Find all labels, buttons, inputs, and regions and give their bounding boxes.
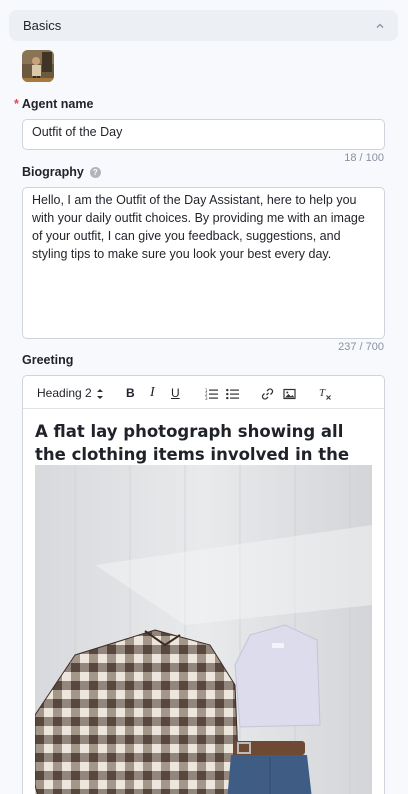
heading-select[interactable]: Heading 2 bbox=[37, 385, 92, 401]
basics-section-header[interactable]: Basics bbox=[9, 10, 398, 41]
required-asterisk: * bbox=[14, 97, 19, 111]
help-icon[interactable]: ? bbox=[89, 167, 101, 179]
agent-avatar[interactable] bbox=[22, 50, 54, 82]
underline-button[interactable]: U bbox=[171, 385, 180, 401]
image-icon[interactable] bbox=[283, 386, 296, 402]
link-icon[interactable] bbox=[261, 386, 274, 402]
svg-text:T: T bbox=[319, 387, 326, 399]
italic-button[interactable]: I bbox=[150, 385, 155, 401]
agent-name-value: Outfit of the Day bbox=[32, 125, 123, 139]
clear-format-icon[interactable]: T bbox=[319, 385, 332, 401]
bullet-list-icon[interactable] bbox=[226, 386, 239, 402]
select-arrows-icon[interactable] bbox=[96, 386, 104, 402]
heading-select-value: Heading 2 bbox=[37, 386, 92, 400]
chevron-up-icon[interactable] bbox=[374, 20, 386, 32]
biography-textarea[interactable]: Hello, I am the Outfit of the Day Assist… bbox=[22, 187, 385, 339]
biography-value: Hello, I am the Outfit of the Day Assist… bbox=[32, 193, 365, 261]
bold-button[interactable]: B bbox=[126, 385, 135, 401]
agent-name-label: * Agent name bbox=[14, 97, 94, 111]
svg-text:3: 3 bbox=[205, 396, 208, 401]
editor-toolbar: Heading 2 B I U 1 2 3 T bbox=[23, 376, 384, 409]
agent-name-input[interactable]: Outfit of the Day bbox=[22, 119, 385, 150]
biography-counter: 237 / 700 bbox=[338, 341, 384, 353]
flat-lay-photo bbox=[35, 465, 372, 794]
ordered-list-icon[interactable]: 1 2 3 bbox=[205, 386, 218, 402]
greeting-label: Greeting bbox=[22, 353, 74, 367]
section-title: Basics bbox=[23, 18, 62, 33]
agent-name-counter: 18 / 100 bbox=[344, 152, 384, 164]
biography-label: Biography? bbox=[22, 165, 101, 179]
greeting-editor[interactable]: Heading 2 B I U 1 2 3 T A flat lay photo… bbox=[22, 375, 385, 794]
